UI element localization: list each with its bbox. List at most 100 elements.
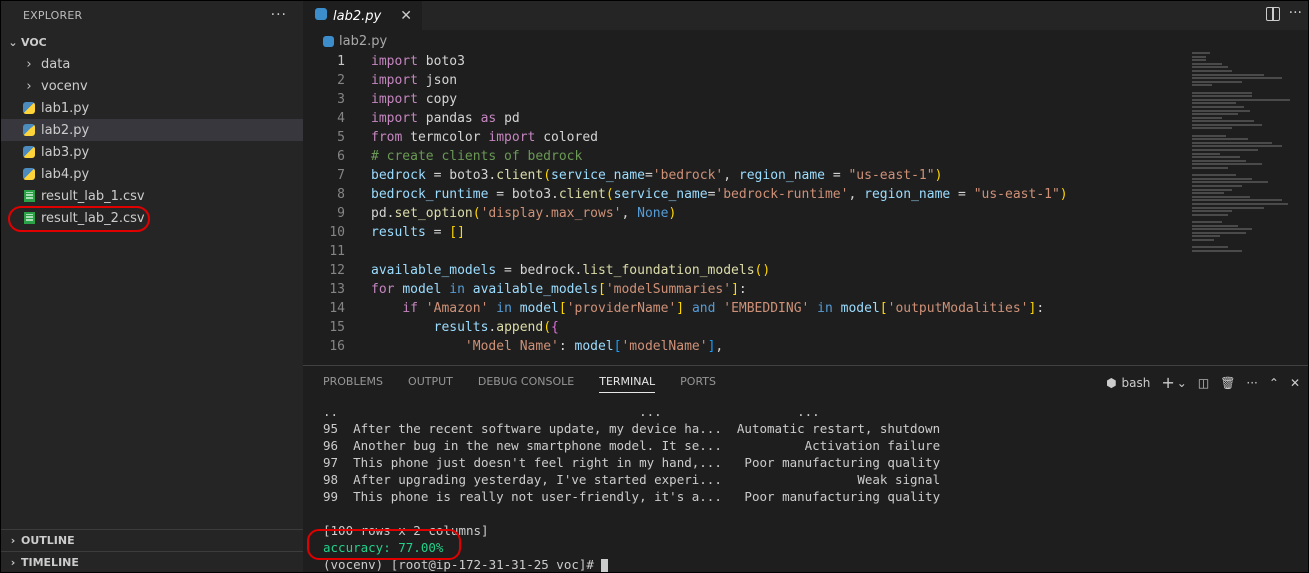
minimap-line — [1192, 145, 1282, 148]
chevron-down-icon: ⌄ — [8, 35, 18, 49]
line-number: 6 — [337, 149, 345, 164]
tree-item-data[interactable]: › data — [1, 53, 303, 75]
tab-debug-console[interactable]: DEBUG CONSOLE — [478, 366, 574, 397]
minimap-line — [1192, 149, 1258, 152]
tree-item-result-lab-1[interactable]: result_lab_1.csv — [1, 185, 303, 207]
editor-area: lab2.py ✕ ··· lab2.py 1 import boto3 2 imp… — [303, 1, 1308, 365]
terminal-cursor — [601, 558, 609, 572]
terminal-line: 97 This phone just doesn't feel right in… — [323, 455, 941, 470]
line-number: 9 — [337, 206, 345, 221]
split-editor-icon[interactable] — [1266, 7, 1280, 21]
tree-item-lab3[interactable]: lab3.py — [1, 141, 303, 163]
minimap-line — [1192, 184, 1242, 187]
code-line: 8 bedrock_runtime = boto3.client(service_… — [303, 185, 1183, 204]
more-actions-icon[interactable]: ··· — [1246, 376, 1257, 390]
terminal-icon: ⬢ — [1106, 375, 1117, 390]
code-line: 10 results = [] — [303, 223, 1183, 242]
breadcrumb[interactable]: lab2.py — [303, 30, 1308, 52]
minimap-line — [1192, 199, 1282, 202]
code-line: 16 'Model Name': model['modelName'], — [303, 337, 1183, 356]
minimap-line — [1192, 202, 1288, 205]
line-number: 8 — [337, 187, 345, 202]
tab-terminal[interactable]: TERMINAL — [599, 366, 655, 397]
minimap-line — [1192, 123, 1262, 126]
minimap-line — [1192, 152, 1220, 155]
minimap-line — [1192, 224, 1238, 227]
minimap-line — [1192, 192, 1224, 195]
timeline-label: TIMELINE — [21, 556, 79, 569]
minimap-line — [1192, 174, 1236, 177]
tree-item-vocenv[interactable]: › vocenv — [1, 75, 303, 97]
minimap-line — [1192, 228, 1252, 231]
tree-item-lab1[interactable]: lab1.py — [1, 97, 303, 119]
chevron-right-icon: › — [26, 56, 32, 72]
outline-section[interactable]: › OUTLINE — [1, 529, 303, 551]
minimap-line — [1192, 69, 1232, 72]
tree-item-label: lab2.py — [41, 122, 90, 138]
chevron-right-icon: › — [10, 534, 16, 547]
line-number: 10 — [329, 225, 345, 240]
tab-problems[interactable]: PROBLEMS — [323, 366, 383, 397]
split-terminal-icon[interactable]: ◫ — [1198, 376, 1209, 390]
minimap-line — [1192, 235, 1220, 238]
tree-item-label: result_lab_1.csv — [41, 188, 145, 204]
code-line: 4 import pandas as pd — [303, 109, 1183, 128]
tree-item-label: lab3.py — [41, 144, 90, 160]
python-file-icon — [21, 144, 37, 160]
tab-output[interactable]: OUTPUT — [408, 366, 453, 397]
highlight-annotation — [307, 529, 461, 560]
minimap-line — [1192, 66, 1228, 69]
minimap[interactable] — [1192, 52, 1298, 262]
more-actions-icon[interactable]: ··· — [1289, 5, 1302, 21]
minimap-line — [1192, 159, 1246, 162]
shell-name[interactable]: bash — [1122, 376, 1151, 390]
close-icon[interactable]: ✕ — [400, 8, 412, 24]
minimap-line — [1192, 105, 1244, 108]
tab-label: lab2.py — [333, 8, 382, 24]
minimap-line — [1192, 102, 1236, 105]
explorer-sidebar: EXPLORER ··· ⌄ VOC › data › vocenv lab1.… — [1, 1, 303, 572]
tree-item-lab4[interactable]: lab4.py — [1, 163, 303, 185]
minimap-line — [1192, 84, 1212, 87]
line-number: 4 — [337, 111, 345, 126]
line-number: 16 — [329, 339, 345, 354]
line-number: 13 — [329, 282, 345, 297]
tab-lab2[interactable]: lab2.py ✕ — [303, 1, 422, 30]
timeline-section[interactable]: › TIMELINE — [1, 551, 303, 572]
minimap-line — [1192, 188, 1232, 191]
python-file-icon — [21, 100, 37, 116]
code-line: 2 import json — [303, 71, 1183, 90]
minimap-line — [1192, 109, 1250, 112]
tree-item-lab2[interactable]: lab2.py — [1, 119, 303, 141]
tab-ports[interactable]: PORTS — [680, 366, 716, 397]
code-line: 5 from termcolor import colored — [303, 128, 1183, 147]
code-editor[interactable]: 1 import boto3 2 import json 3 import copy … — [303, 52, 1183, 356]
chevron-right-icon: › — [26, 78, 32, 94]
minimap-line — [1192, 59, 1206, 62]
bottom-panel: PROBLEMS OUTPUT DEBUG CONSOLE TERMINAL P… — [303, 365, 1308, 572]
code-line: 13 for model in available_models['modelSu… — [303, 280, 1183, 299]
more-actions-icon[interactable]: ··· — [271, 7, 287, 23]
code-line: 3 import copy — [303, 90, 1183, 109]
line-number: 2 — [337, 73, 345, 88]
code-line: 11 — [303, 242, 1183, 261]
maximize-panel-icon[interactable]: ⌃ — [1269, 376, 1279, 390]
line-number: 3 — [337, 92, 345, 107]
new-terminal-icon[interactable]: + — [1161, 373, 1174, 392]
chevron-down-icon[interactable]: ⌄ — [1177, 376, 1187, 390]
minimap-line — [1192, 231, 1246, 234]
minimap-line — [1192, 73, 1264, 76]
code-line: 7 bedrock = boto3.client(service_name='be… — [303, 166, 1183, 185]
python-file-icon — [21, 122, 37, 138]
code-line: 15 results.append({ — [303, 318, 1183, 337]
panel-actions: ⬢ bash + ⌄ ◫ 🗑 ··· ⌃ ✕ — [1106, 373, 1300, 392]
minimap-line — [1192, 113, 1238, 116]
folder-voc[interactable]: ⌄ VOC — [1, 31, 303, 53]
code-line: 14 if 'Amazon' in model['providerName'] … — [303, 299, 1183, 318]
tree-item-label: lab1.py — [41, 100, 90, 116]
trash-icon[interactable]: 🗑 — [1220, 376, 1235, 390]
close-panel-icon[interactable]: ✕ — [1290, 376, 1300, 390]
minimap-line — [1192, 181, 1268, 184]
minimap-line — [1192, 116, 1222, 119]
line-number: 14 — [329, 301, 345, 316]
